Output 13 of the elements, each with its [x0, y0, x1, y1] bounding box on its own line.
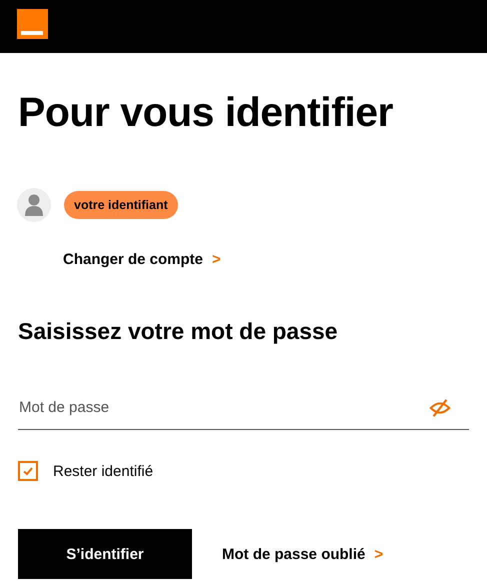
page-title: Pour vous identifier — [18, 88, 394, 136]
change-account-link[interactable]: Changer de compte > — [63, 251, 221, 268]
section-heading: Saisissez votre mot de passe — [18, 317, 339, 346]
avatar-icon — [17, 188, 51, 222]
forgot-password-link[interactable]: Mot de passe oublié > — [222, 546, 384, 562]
remember-checkbox[interactable] — [18, 461, 38, 481]
eye-slash-icon[interactable] — [427, 397, 453, 419]
password-field[interactable]: Mot de passe — [18, 386, 469, 430]
identifier-badge: votre identifiant — [64, 191, 178, 219]
check-icon — [22, 465, 34, 477]
remember-label: Rester identifié — [53, 462, 154, 480]
sign-in-button[interactable]: S’identifier — [18, 529, 192, 579]
logo-icon[interactable] — [17, 9, 48, 39]
